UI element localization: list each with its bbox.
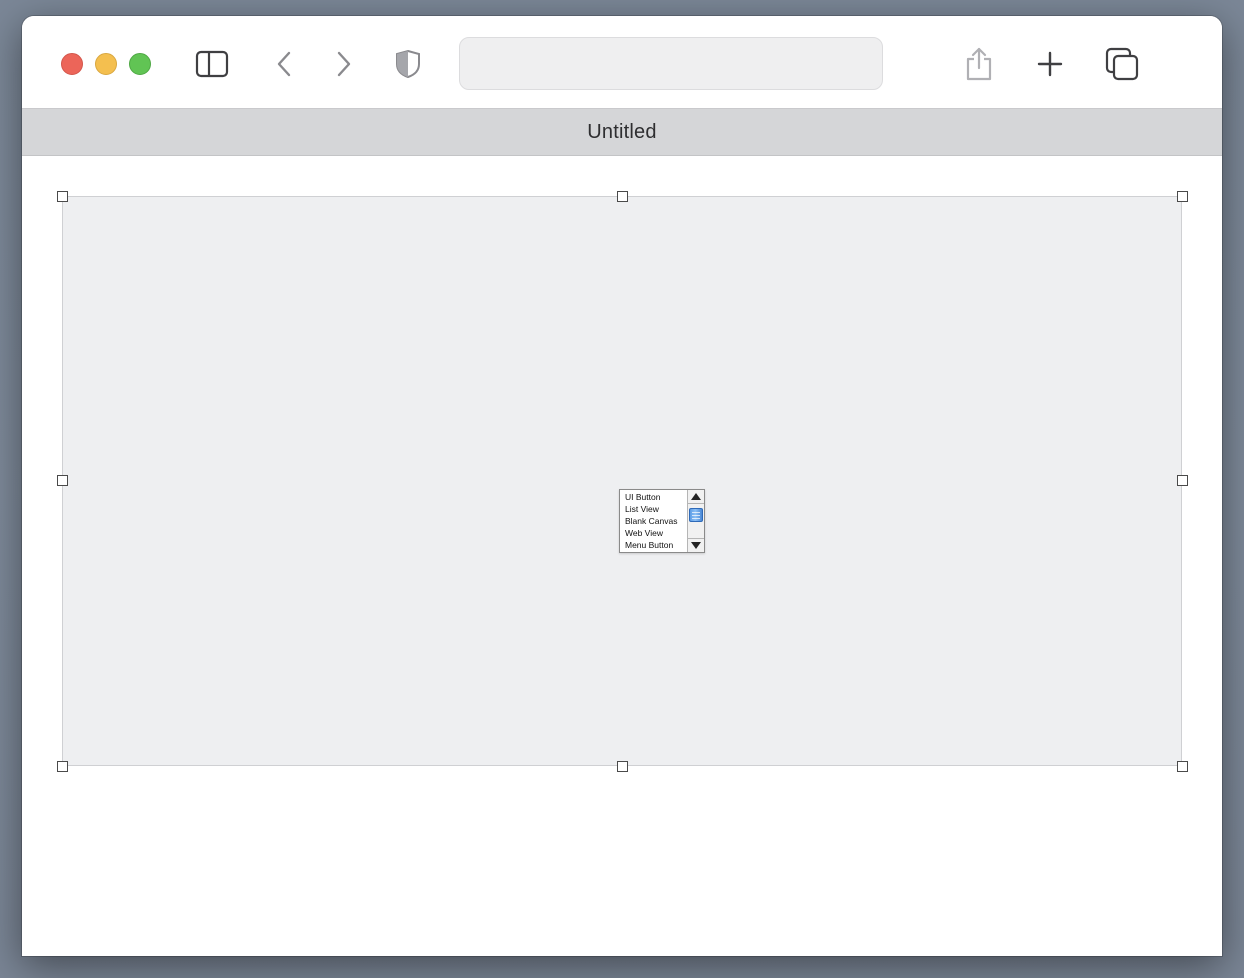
- sidebar-icon: [195, 50, 229, 78]
- tabs-overview-icon: [1105, 47, 1139, 81]
- list-item[interactable]: Web View: [620, 527, 688, 539]
- resize-handle-bottom-left[interactable]: [57, 761, 68, 772]
- scroll-down-button[interactable]: [688, 538, 704, 552]
- list-item[interactable]: Menu Button: [620, 539, 688, 551]
- resize-handle-top[interactable]: [617, 191, 628, 202]
- scroll-up-button[interactable]: [688, 490, 704, 504]
- list-item[interactable]: UI Button: [620, 491, 688, 503]
- resize-handle-bottom[interactable]: [617, 761, 628, 772]
- privacy-report-button[interactable]: [388, 44, 428, 84]
- browser-window: Untitled UI Button List View Blank Canva…: [22, 16, 1222, 956]
- share-button[interactable]: [959, 44, 999, 84]
- list-scrollbar[interactable]: [687, 490, 704, 552]
- chevron-left-icon: [277, 51, 291, 77]
- address-bar[interactable]: [459, 37, 883, 90]
- list-item[interactable]: List View: [620, 503, 688, 515]
- shield-icon: [396, 49, 420, 79]
- blank-canvas[interactable]: UI Button List View Blank Canvas Web Vie…: [62, 196, 1182, 766]
- web-content: UI Button List View Blank Canvas Web Vie…: [22, 156, 1222, 956]
- back-button[interactable]: [264, 44, 304, 84]
- forward-button[interactable]: [324, 44, 364, 84]
- list-item[interactable]: Blank Canvas: [620, 515, 688, 527]
- chevron-right-icon: [337, 51, 351, 77]
- tab-bar: Untitled: [22, 109, 1222, 156]
- resize-handle-top-right[interactable]: [1177, 191, 1188, 202]
- plus-icon: [1037, 51, 1063, 77]
- resize-handle-top-left[interactable]: [57, 191, 68, 202]
- tab-overview-button[interactable]: [1102, 44, 1142, 84]
- list-view[interactable]: UI Button List View Blank Canvas Web Vie…: [619, 489, 705, 553]
- new-tab-button[interactable]: [1030, 44, 1070, 84]
- share-icon: [966, 47, 992, 81]
- resize-handle-bottom-right[interactable]: [1177, 761, 1188, 772]
- minimize-window-button[interactable]: [95, 53, 117, 75]
- scroll-thumb[interactable]: [689, 508, 703, 522]
- triangle-down-icon: [691, 542, 701, 549]
- sidebar-toggle-button[interactable]: [192, 44, 232, 84]
- resize-handle-right[interactable]: [1177, 475, 1188, 486]
- desktop-background: Untitled UI Button List View Blank Canva…: [0, 0, 1244, 978]
- list-items: UI Button List View Blank Canvas Web Vie…: [620, 490, 688, 552]
- browser-toolbar: [22, 16, 1222, 109]
- tab-title[interactable]: Untitled: [587, 121, 656, 144]
- close-window-button[interactable]: [61, 53, 83, 75]
- triangle-up-icon: [691, 493, 701, 500]
- zoom-window-button[interactable]: [129, 53, 151, 75]
- resize-handle-left[interactable]: [57, 475, 68, 486]
